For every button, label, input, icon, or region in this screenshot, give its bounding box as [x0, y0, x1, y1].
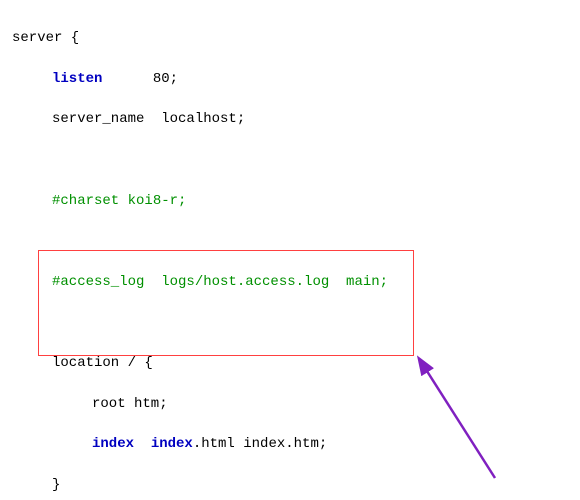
comment-line: #charset koi8-r; — [12, 191, 568, 211]
comment: #access_log logs/host.access.log main; — [52, 274, 388, 290]
blank-line — [12, 150, 568, 170]
text: .html index — [193, 436, 285, 452]
code-line: } — [12, 475, 568, 495]
code-line: server_name localhost; — [12, 109, 568, 129]
keyword-listen: listen — [52, 71, 102, 87]
text: root htm; — [92, 396, 168, 412]
code-line: root htm; — [12, 394, 568, 414]
text: index — [134, 436, 193, 452]
blank-line — [12, 312, 568, 332]
code-line: server { — [12, 28, 568, 48]
text: 80; — [102, 71, 178, 87]
text: server { — [12, 30, 79, 46]
keyword-index: index — [92, 436, 134, 452]
highlight-box — [38, 250, 414, 356]
text: server_name localhost; — [52, 111, 245, 127]
code-line: listen 80; — [12, 69, 568, 89]
blank-line — [12, 231, 568, 251]
text: } — [52, 477, 60, 493]
code-line: location / { — [12, 353, 568, 373]
comment: #charset koi8-r; — [52, 193, 186, 209]
comment-line: #access_log logs/host.access.log main; — [12, 272, 568, 292]
text: location / { — [52, 355, 153, 371]
text: .htm; — [285, 436, 327, 452]
nginx-config-code: server { listen 80; server_name localhos… — [0, 0, 580, 500]
code-line: index index.html index.htm; — [12, 434, 568, 454]
